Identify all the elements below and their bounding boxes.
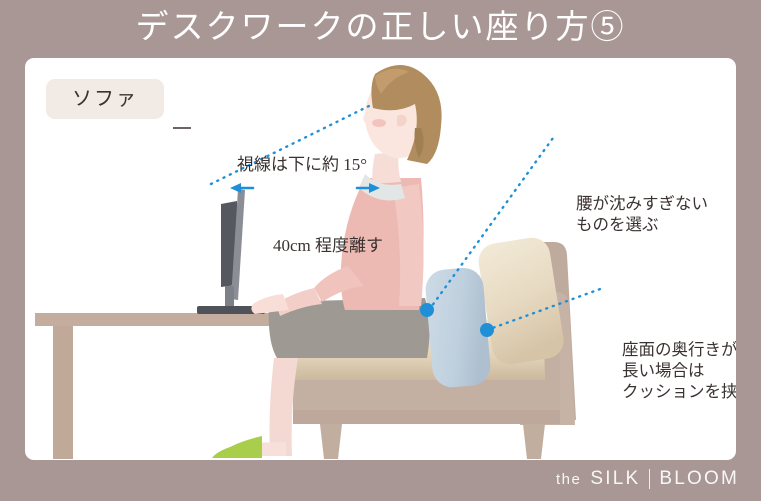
annotation-monitor-distance-line1: 40cm 程度離す <box>273 236 384 255</box>
brand-logo: the SILK BLOOM <box>556 468 739 490</box>
category-badge: ソファ <box>46 79 164 119</box>
annotation-eye-line-line1: 視線は下に約 15° <box>237 155 368 174</box>
annotation-seat-depth-line3: クッションを挟む <box>622 382 736 401</box>
annotation-seat-depth-line1: 座面の奥行きが <box>622 340 736 359</box>
distance-arrow <box>230 183 380 193</box>
monitor <box>197 189 265 314</box>
annotation-seat-firmness: 腰が沈みすぎない ものを選ぶ <box>576 193 708 235</box>
annotation-eye-line: 視線は下に約 15° <box>237 154 367 175</box>
infographic-root: デスクワークの正しい座り方⑤ ソファ 視線は下に約 15° 40cm 程度離す … <box>0 0 761 501</box>
illustration-card: ソファ 視線は下に約 15° 40cm 程度離す 腰が沈みすぎない ものを選ぶ … <box>25 58 736 460</box>
brand-separator <box>649 469 651 489</box>
annotation-seat-depth: 座面の奥行きが 長い場合は クッションを挟む <box>622 339 736 402</box>
annotation-seat-firmness-line2: ものを選ぶ <box>576 215 659 234</box>
brand-the: the <box>556 470 582 488</box>
brand-bloom: BLOOM <box>659 468 739 489</box>
brand-silk: SILK <box>590 468 641 489</box>
annotation-seat-firmness-line1: 腰が沈みすぎない <box>576 194 708 213</box>
annotation-monitor-distance: 40cm 程度離す <box>273 235 383 256</box>
page-title: デスクワークの正しい座り方⑤ <box>135 10 626 46</box>
footer: the SILK BLOOM <box>0 463 761 501</box>
annotation-seat-depth-line2: 長い場合は <box>622 361 705 380</box>
